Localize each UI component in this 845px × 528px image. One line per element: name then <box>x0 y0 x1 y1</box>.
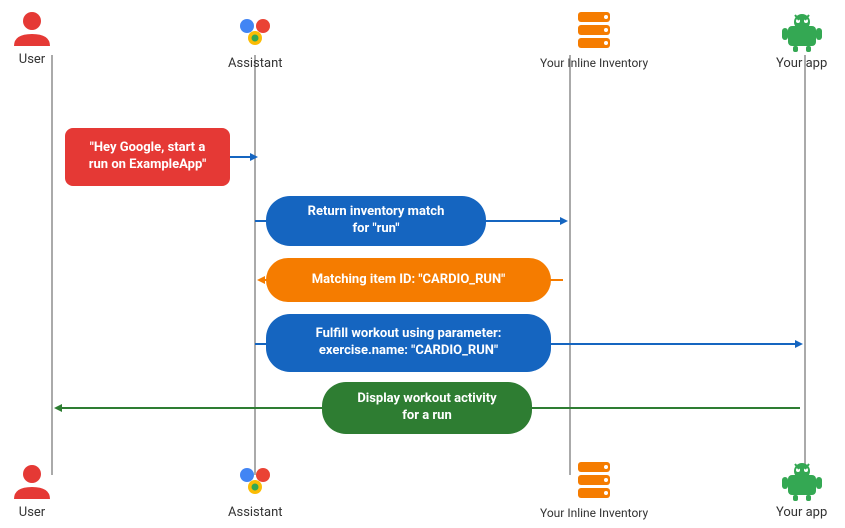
android-icon-top <box>780 8 824 52</box>
participant-app-top: Your app <box>776 8 827 71</box>
app-label-bottom: Your app <box>776 505 827 520</box>
user-label-bottom: User <box>19 505 45 520</box>
msg-hey-google: "Hey Google, start a run on ExampleApp" <box>65 128 230 186</box>
server-icon-bottom <box>572 458 616 502</box>
server-icon-top <box>572 8 616 52</box>
app-label-top: Your app <box>776 56 827 71</box>
participant-assistant-top: Assistant <box>228 8 283 71</box>
user-icon-top <box>12 8 52 48</box>
sequence-diagram: User Assistant Your Inline Inventory <box>0 0 845 528</box>
participant-user-bottom: User <box>12 461 52 520</box>
inventory-label-bottom: Your Inline Inventory <box>540 506 648 520</box>
user-icon-bottom <box>12 461 52 501</box>
assistant-label-top: Assistant <box>228 56 283 71</box>
assistant-icon-top <box>233 8 277 52</box>
assistant-label-bottom: Assistant <box>228 505 283 520</box>
participant-inventory-bottom: Your Inline Inventory <box>540 458 648 520</box>
msg-display-workout: Display workout activityfor a run <box>322 382 532 434</box>
user-label-top: User <box>19 52 45 67</box>
participant-inventory-top: Your Inline Inventory <box>540 8 648 70</box>
inventory-label-top: Your Inline Inventory <box>540 56 648 70</box>
msg-fulfill-workout: Fulfill workout using parameter:exercise… <box>266 314 551 372</box>
assistant-icon-bottom <box>233 457 277 501</box>
participant-assistant-bottom: Assistant <box>228 457 283 520</box>
participant-app-bottom: Your app <box>776 457 827 520</box>
android-icon-bottom <box>780 457 824 501</box>
msg-return-inventory: Return inventory matchfor "run" <box>266 196 486 246</box>
msg-matching-item: Matching item ID: "CARDIO_RUN" <box>266 258 551 302</box>
participant-user-top: User <box>12 8 52 67</box>
